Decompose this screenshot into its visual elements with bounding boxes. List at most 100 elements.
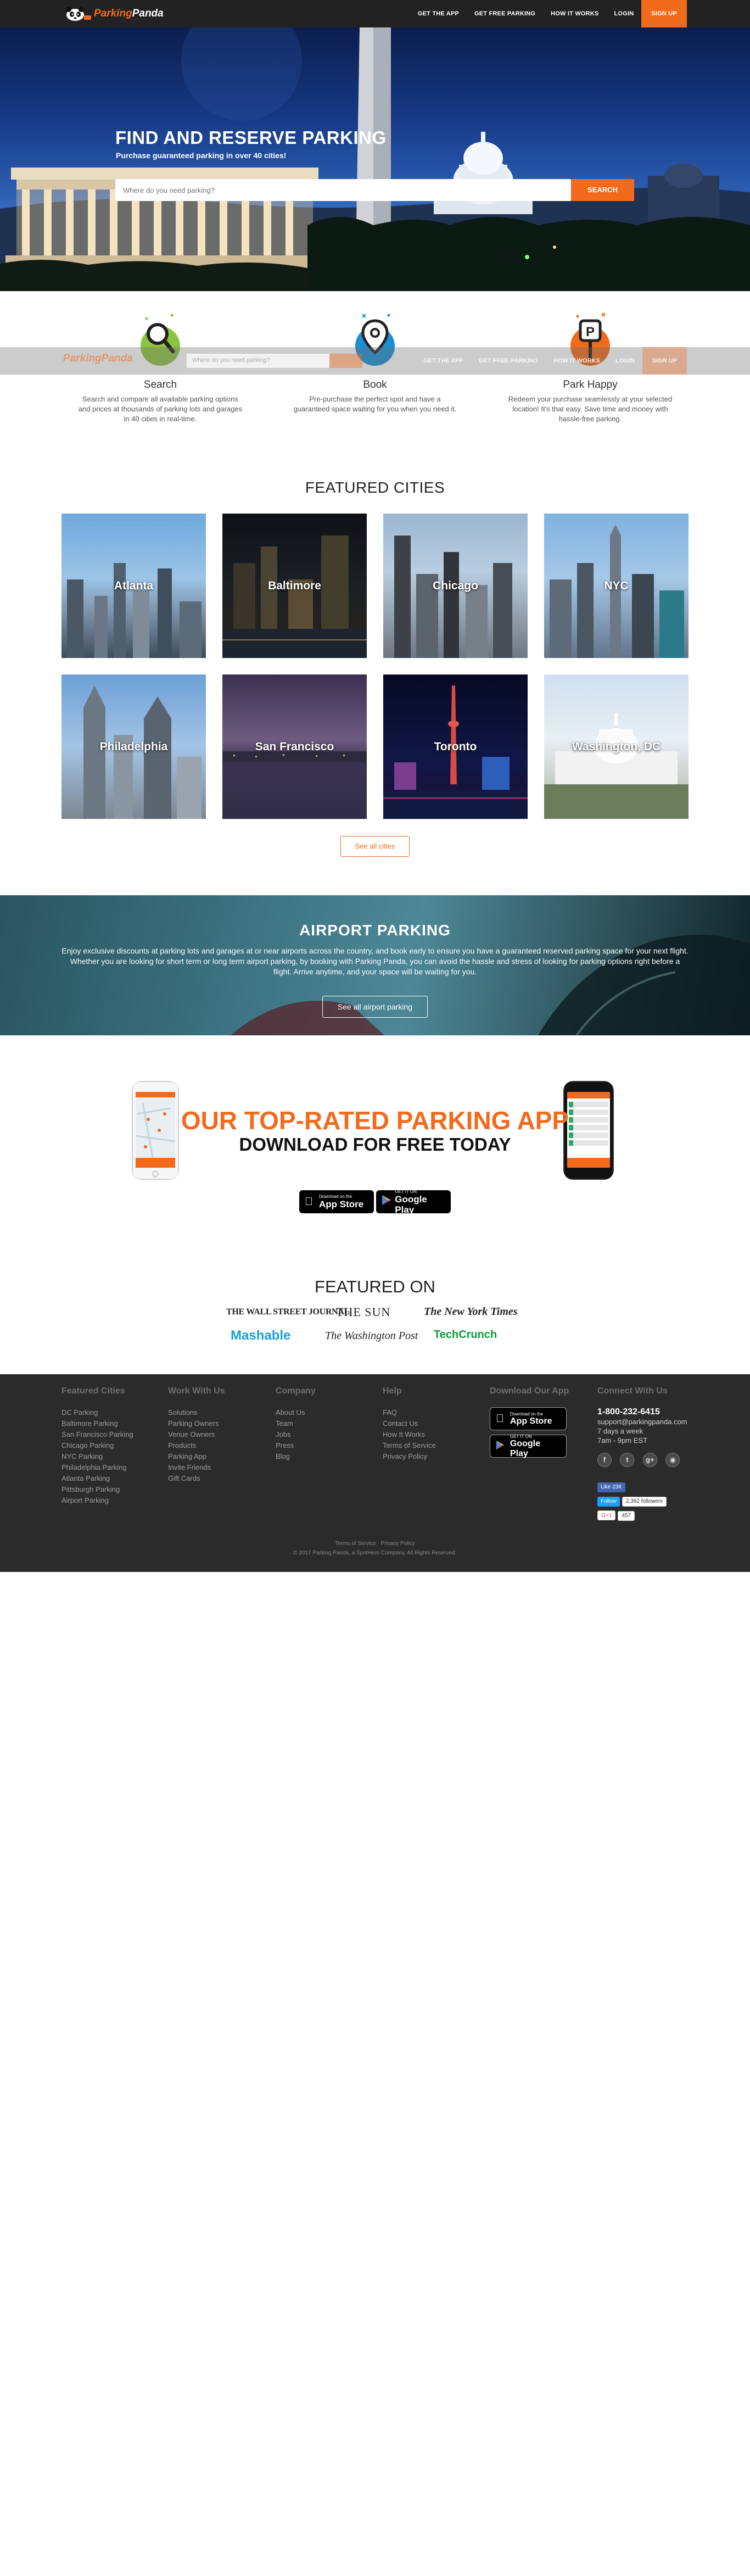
city-card-toronto[interactable]: Toronto [383,674,528,819]
footer-google-play-button[interactable]: GET IT ON Google Play [490,1434,567,1458]
city-card-washington-dc[interactable]: Washington, DC [544,674,689,819]
google-plus-icon[interactable]: g+ [642,1453,657,1467]
footer-company: Company About Us Team Jobs Press Blog [276,1386,316,1462]
apple-icon:  [496,1413,510,1425]
footer-connect: Connect With Us 1-800-232-6415 support@p… [597,1386,691,1521]
city-name: NYC [604,579,629,592]
facebook-icon[interactable]: f [597,1453,612,1467]
footer-link[interactable]: Team [276,1418,316,1429]
hero-search-button[interactable]: SEARCH [571,179,634,201]
footer-link[interactable]: Venue Owners [168,1429,225,1440]
footer-heading: Connect With Us [597,1386,668,1396]
city-card-chicago[interactable]: Chicago [383,514,528,658]
city-card-baltimore[interactable]: Baltimore [222,514,367,658]
twitter-followers-count: 2,392 followers [622,1497,667,1507]
footer-link[interactable]: Baltimore Parking [61,1418,133,1429]
twitter-icon[interactable]: t [620,1453,635,1467]
airport-description: Enjoy exclusive discounts at parking lot… [61,946,689,976]
sticky-search-button[interactable] [329,354,362,368]
featured-cities-title: FEATURED CITIES [305,479,445,496]
footer-link[interactable]: Solutions [168,1407,225,1418]
footer-link[interactable]: Chicago Parking [61,1440,133,1451]
footer-hours: 7am - 9pm EST [597,1436,648,1445]
google-plus-widget: G+1 457 [597,1510,691,1521]
see-all-airport-parking-button[interactable]: See all airport parking [322,996,428,1018]
city-card-philadelphia[interactable]: Philadelphia [61,674,206,819]
how-step-text: Search and compare all available parking… [78,395,243,423]
footer-link[interactable]: Atlanta Parking [61,1473,133,1484]
twitter-follow-button[interactable]: Follow [597,1497,620,1507]
app-store-button[interactable]:  Download on the App Store [299,1190,374,1213]
hero-search-input[interactable] [115,179,571,201]
sticky-nav-get-the-app[interactable]: GET THE APP [416,358,471,364]
app-promo-subtitle: DOWNLOAD FOR FREE TODAY [239,1134,511,1155]
footer-legal-links[interactable]: Terms of Service · Privacy Policy [0,1539,750,1548]
nav-links: GET THE APP GET FREE PARKING HOW IT WORK… [410,0,687,27]
facebook-like-button[interactable]: Like 23K [597,1482,625,1492]
footer-help: Help FAQ Contact Us How It Works Terms o… [383,1386,436,1462]
footer-link[interactable]: Airport Parking [61,1495,133,1506]
footer-social-icons: f t g+ ◉ [597,1453,691,1467]
airport-title: AIRPORT PARKING [299,922,451,939]
footer-link[interactable]: Invite Friends [168,1462,225,1473]
nav-get-the-app[interactable]: GET THE APP [410,0,467,27]
sticky-nav-sign-up[interactable]: SIGN UP [642,347,687,375]
city-name: Philadelphia [99,740,168,753]
facebook-like-widget: Like 23K [597,1481,691,1492]
how-step-title: Park Happy [563,379,618,391]
footer-link[interactable]: Philadelphia Parking [61,1462,133,1473]
footer-link[interactable]: Gift Cards [168,1473,225,1484]
nav-how-it-works[interactable]: HOW IT WORKS [543,0,606,27]
footer-heading: Download Our App [490,1386,569,1396]
sticky-nav-how-it-works[interactable]: HOW IT WORKS [546,358,608,364]
footer-link[interactable]: How It Works [383,1429,436,1440]
nav-sign-up-button[interactable]: SIGN UP [641,0,687,27]
logo-text: ParkingPanda [94,8,164,19]
footer-link[interactable]: San Francisco Parking [61,1429,133,1440]
footer-download-app: Download Our App  Download on theApp St… [490,1386,569,1462]
sticky-logo[interactable]: ParkingPanda [63,353,133,365]
featured-on-title: FEATURED ON [315,1277,435,1296]
sticky-nav-get-free-parking[interactable]: GET FREE PARKING [471,358,546,364]
sticky-nav-links: GET THE APP GET FREE PARKING HOW IT WORK… [416,347,687,375]
instagram-icon[interactable]: ◉ [665,1453,680,1467]
google-play-button[interactable]: GET IT ON Google Play [376,1189,451,1215]
footer-legal: Terms of Service · Privacy Policy © 2017… [0,1539,750,1558]
footer-link[interactable]: Parking App [168,1451,225,1462]
footer-link[interactable]: About Us [276,1407,316,1418]
how-step-text: Redeem your purchase seamlessly at your … [508,395,673,423]
footer-heading: Company [276,1386,316,1396]
footer-link[interactable]: Parking Owners [168,1418,225,1429]
footer-link[interactable]: Privacy Policy [383,1451,436,1462]
footer-link[interactable]: NYC Parking [61,1451,133,1462]
nav-login[interactable]: LOGIN [607,0,642,27]
footer-link[interactable]: Terms of Service [383,1440,436,1451]
footer-link[interactable]: Jobs [276,1429,316,1440]
logo[interactable]: ParkingPanda [63,5,164,23]
city-card-atlanta[interactable]: Atlanta [61,514,206,658]
press-logo-techcrunch: TechCrunch [434,1329,497,1341]
city-card-san-francisco[interactable]: San Francisco [222,674,367,819]
sticky-search-input[interactable]: Where do you need parking? [187,354,329,368]
google-plus-one-button[interactable]: G+1 [597,1510,616,1520]
washington-skyline-illustration [0,27,750,291]
footer-google-play-badge-text: GET IT ON Google Play [510,1434,540,1458]
footer-email[interactable]: support@parkingpanda.com [597,1417,691,1426]
hero-subtitle: Purchase guaranteed parking in over 40 c… [116,151,287,160]
airport-parking-banner: AIRPORT PARKING Enjoy exclusive discount… [0,895,750,1035]
footer-featured-cities: Featured Cities DC Parking Baltimore Par… [61,1386,133,1506]
footer-link[interactable]: Contact Us [383,1418,436,1429]
sticky-nav-login[interactable]: LOGIN [608,358,642,364]
footer-link[interactable]: Products [168,1440,225,1451]
how-step-text: Pre-purchase the perfect spot and have a… [293,395,457,413]
footer-phone[interactable]: 1-800-232-6415 [597,1407,691,1417]
footer-link[interactable]: Pittsburgh Parking [61,1484,133,1495]
city-card-nyc[interactable]: NYC [544,514,689,658]
nav-get-free-parking[interactable]: GET FREE PARKING [467,0,543,27]
footer-link[interactable]: DC Parking [61,1407,133,1418]
footer-app-store-button[interactable]:  Download on theApp Store [490,1407,567,1430]
see-all-cities-button[interactable]: See all cities [340,836,410,857]
footer-link[interactable]: Press [276,1440,316,1451]
footer-link[interactable]: Blog [276,1451,316,1462]
footer-link[interactable]: FAQ [383,1407,436,1418]
